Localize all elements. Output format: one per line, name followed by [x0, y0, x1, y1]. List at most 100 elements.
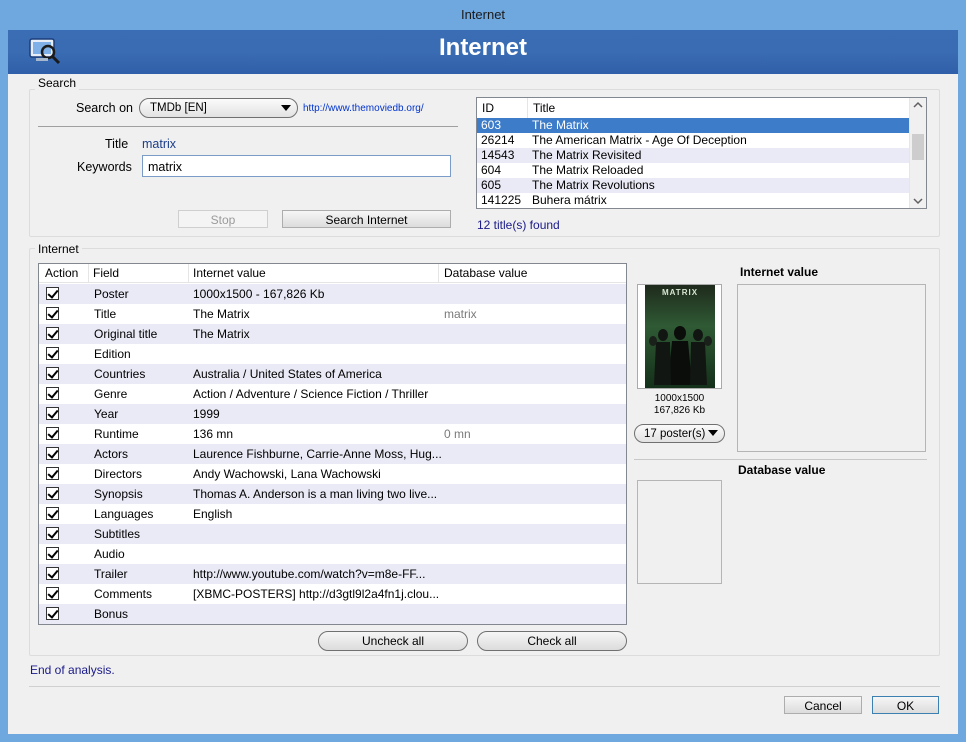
- grid-row[interactable]: Directors Andy Wachowski, Lana Wachowski: [39, 464, 626, 484]
- result-id: 141225: [481, 193, 522, 207]
- grid-header: Action Field Internet value Database val…: [39, 264, 626, 283]
- grid-row[interactable]: Poster 1000x1500 - 167,826 Kb: [39, 284, 626, 304]
- result-id: 604: [481, 163, 502, 177]
- results-col-id[interactable]: ID: [482, 101, 494, 115]
- results-row[interactable]: 26214 The American Matrix - Age Of Decep…: [477, 133, 909, 148]
- stop-button[interactable]: Stop: [178, 210, 268, 228]
- result-title: The Matrix Revisited: [532, 148, 642, 162]
- action-checkbox[interactable]: [46, 447, 59, 460]
- grid-row[interactable]: Runtime 136 mn 0 mn: [39, 424, 626, 444]
- result-id: 26214: [481, 133, 515, 147]
- field-name: Directors: [94, 467, 143, 481]
- action-checkbox[interactable]: [46, 327, 59, 340]
- column-separator: [527, 98, 528, 119]
- results-count: 12 title(s) found: [477, 218, 560, 232]
- grid-row[interactable]: Edition: [39, 344, 626, 364]
- window-title: Internet: [460, 7, 506, 22]
- results-col-title[interactable]: Title: [533, 101, 555, 115]
- field-name: Actors: [94, 447, 129, 461]
- status-text: End of analysis.: [30, 663, 115, 677]
- internet-value: The Matrix: [193, 327, 250, 341]
- divider: [634, 459, 927, 460]
- field-name: Year: [94, 407, 119, 421]
- database-value: matrix: [444, 307, 477, 321]
- grid-row[interactable]: Audio: [39, 544, 626, 564]
- action-checkbox[interactable]: [46, 487, 59, 500]
- keywords-input[interactable]: matrix: [142, 155, 451, 177]
- check-all-button[interactable]: Check all: [477, 631, 627, 651]
- results-row[interactable]: 603 The Matrix: [477, 118, 909, 133]
- result-id: 605: [481, 178, 502, 192]
- poster-weight: 167,826 Kb: [653, 405, 706, 416]
- field-name: Poster: [94, 287, 129, 301]
- action-checkbox[interactable]: [46, 567, 59, 580]
- results-row[interactable]: 14543 The Matrix Revisited: [477, 148, 909, 163]
- grid-row[interactable]: Languages English: [39, 504, 626, 524]
- field-name: Trailer: [94, 567, 128, 581]
- action-checkbox[interactable]: [46, 527, 59, 540]
- uncheck-all-button[interactable]: Uncheck all: [318, 631, 468, 651]
- action-checkbox[interactable]: [46, 427, 59, 440]
- header-title: Internet: [438, 34, 527, 61]
- chevron-down-icon: [281, 105, 291, 111]
- result-title: Buhera mátrix: [532, 193, 607, 207]
- action-checkbox[interactable]: [46, 547, 59, 560]
- internet-value: Action / Adventure / Science Fiction / T…: [193, 387, 429, 401]
- grid-col-action[interactable]: Action: [45, 266, 78, 280]
- results-scrollbar[interactable]: [909, 98, 926, 208]
- grid-row[interactable]: Synopsis Thomas A. Anderson is a man livi…: [39, 484, 626, 504]
- grid-row[interactable]: Year 1999: [39, 404, 626, 424]
- action-checkbox[interactable]: [46, 407, 59, 420]
- posters-dropdown[interactable]: 17 poster(s): [634, 424, 725, 443]
- fields-grid[interactable]: Action Field Internet value Database val…: [38, 263, 627, 625]
- keywords-label: Keywords: [77, 160, 132, 174]
- action-checkbox[interactable]: [46, 587, 59, 600]
- results-row[interactable]: 604 The Matrix Reloaded: [477, 163, 909, 178]
- internet-value: 136 mn: [193, 427, 234, 441]
- action-checkbox[interactable]: [46, 367, 59, 380]
- field-name: Synopsis: [94, 487, 143, 501]
- grid-row[interactable]: Comments [XBMC-POSTERS] http://d3gtl9l2a…: [39, 584, 626, 604]
- grid-col-database[interactable]: Database value: [444, 266, 527, 280]
- posters-count: 17 poster(s): [644, 428, 706, 440]
- action-checkbox[interactable]: [46, 467, 59, 480]
- poster-size: 1000x1500: [654, 393, 705, 404]
- field-name: Title: [94, 307, 117, 321]
- ok-button[interactable]: OK: [872, 696, 939, 714]
- results-row[interactable]: 605 The Matrix Revolutions: [477, 178, 909, 193]
- grid-row[interactable]: Subtitles: [39, 524, 626, 544]
- cancel-button[interactable]: Cancel: [784, 696, 862, 714]
- internet-value: [XBMC-POSTERS] http://d3gtl9l2a4fn1j.clo…: [193, 587, 440, 601]
- grid-row[interactable]: Actors Laurence Fishburne, Carrie-Anne Mo…: [39, 444, 626, 464]
- field-name: Languages: [94, 507, 154, 521]
- field-name: Edition: [94, 347, 131, 361]
- source-link[interactable]: http://www.themoviedb.org/: [303, 103, 424, 114]
- action-checkbox[interactable]: [46, 607, 59, 620]
- grid-row[interactable]: Countries Australia / United States of Am…: [39, 364, 626, 384]
- result-title: The Matrix Reloaded: [532, 163, 644, 177]
- action-checkbox[interactable]: [46, 287, 59, 300]
- grid-row[interactable]: Bonus: [39, 604, 626, 624]
- database-poster-box: [637, 480, 722, 584]
- results-list[interactable]: ID Title 603 The Matrix 26214 The Americ…: [476, 97, 927, 209]
- footer-divider: [29, 686, 940, 687]
- grid-row[interactable]: Trailer http://www.youtube.com/watch?v=m8…: [39, 564, 626, 584]
- grid-row[interactable]: Title The Matrix matrix: [39, 304, 626, 324]
- grid-row[interactable]: Original title The Matrix: [39, 324, 626, 344]
- action-checkbox[interactable]: [46, 307, 59, 320]
- results-row[interactable]: 141225 Buhera mátrix: [477, 193, 909, 208]
- grid-row[interactable]: Genre Action / Adventure / Science Fictio…: [39, 384, 626, 404]
- internet-value: The Matrix: [193, 307, 250, 321]
- grid-col-internet[interactable]: Internet value: [193, 266, 266, 280]
- search-internet-button[interactable]: Search Internet: [282, 210, 451, 228]
- grid-col-field[interactable]: Field: [93, 266, 119, 280]
- action-checkbox[interactable]: [46, 347, 59, 360]
- field-name: Original title: [94, 327, 158, 341]
- source-dropdown[interactable]: TMDb [EN]: [139, 98, 298, 118]
- chevron-down-icon: [708, 430, 718, 436]
- internet-value: Thomas A. Anderson is a man living two l…: [193, 487, 438, 501]
- action-checkbox[interactable]: [46, 507, 59, 520]
- poster-image[interactable]: MATRIX: [645, 285, 715, 388]
- action-checkbox[interactable]: [46, 387, 59, 400]
- field-name: Audio: [94, 547, 125, 561]
